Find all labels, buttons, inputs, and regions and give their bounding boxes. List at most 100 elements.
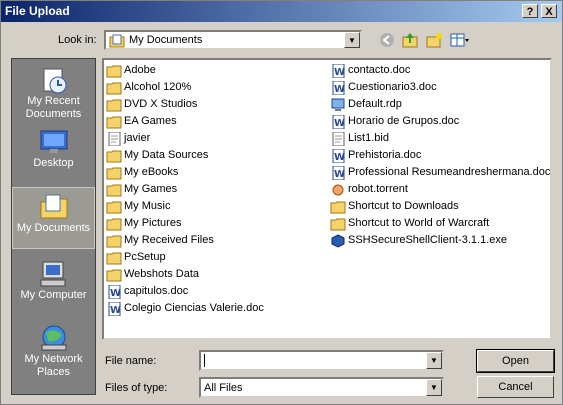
svg-text:W: W <box>334 118 345 129</box>
svg-text:W: W <box>110 288 121 299</box>
remote-desktop-icon <box>330 98 348 112</box>
file-item[interactable]: W Horario de Grupos.doc <box>330 113 550 130</box>
file-item[interactable]: Wcontacto.doc <box>330 62 550 79</box>
my-computer-icon <box>40 261 65 287</box>
folder-icon <box>106 98 124 112</box>
file-item[interactable]: My Music <box>106 198 264 215</box>
place-recent-documents[interactable]: My Recent Documents <box>12 61 95 123</box>
file-item-label: My Games <box>124 183 178 195</box>
file-item[interactable]: Alcohol 120% <box>106 79 264 96</box>
svg-text:W: W <box>334 67 345 78</box>
look-in-label: Look in: <box>58 34 97 46</box>
file-item-label: SSHSecureShellClient-3.1.1.exe <box>348 234 507 246</box>
place-desktop[interactable]: Desktop <box>12 123 95 185</box>
file-item-label: robot.torrent <box>348 183 408 195</box>
file-item-label: javier <box>124 132 151 144</box>
file-item[interactable]: Wcapitulos.doc <box>106 283 264 300</box>
file-item[interactable]: Default.rdp <box>330 96 550 113</box>
chevron-down-icon[interactable] <box>426 379 442 396</box>
word-document-icon: W <box>330 63 348 78</box>
file-item[interactable]: My Data Sources <box>106 147 264 164</box>
file-item[interactable]: Shortcut to World of Warcraft <box>330 215 550 232</box>
folder-icon <box>106 81 124 95</box>
files-of-type-combo[interactable]: All Files <box>199 377 444 398</box>
place-label: My Computer <box>20 289 87 301</box>
file-item[interactable]: robot.torrent <box>330 181 550 198</box>
file-item[interactable]: W Professional Resumeandreshermana.doc <box>330 164 550 181</box>
file-item[interactable]: Webshots Data <box>106 266 264 283</box>
svg-text:W: W <box>110 305 121 316</box>
file-item[interactable]: W Colegio Ciencias Valerie.doc <box>106 300 264 317</box>
file-item[interactable]: Shortcut to Downloads <box>330 198 550 215</box>
file-item-label: contacto.doc <box>348 64 411 76</box>
file-item[interactable]: DVD X Studios <box>106 96 264 113</box>
file-item[interactable]: SSHSecureShellClient-3.1.1.exe <box>330 232 550 249</box>
word-document-icon: W <box>106 284 124 299</box>
file-item[interactable]: javier <box>106 130 264 147</box>
look-in-combo[interactable]: My Documents <box>104 30 362 50</box>
folder-icon <box>106 149 124 163</box>
file-item[interactable]: EA Games <box>106 113 264 130</box>
file-item[interactable]: PcSetup <box>106 249 264 266</box>
chevron-down-icon[interactable] <box>426 352 442 369</box>
chevron-down-icon[interactable] <box>344 32 360 48</box>
look-in-value: My Documents <box>129 34 203 46</box>
back-icon[interactable] <box>377 31 397 51</box>
network-places-icon <box>41 325 66 351</box>
file-item-label: Alcohol 120% <box>124 81 192 93</box>
window-title: File Upload <box>5 4 70 18</box>
help-button[interactable]: ? <box>522 4 538 18</box>
file-column-1: Adobe Alcohol 120% DVD X Studios EA Games ja… <box>106 62 264 317</box>
svg-text:W: W <box>334 84 345 95</box>
file-item-label: Prehistoria.doc <box>348 149 422 161</box>
file-item-label: Professional Resumeandreshermana.doc <box>348 166 551 178</box>
file-name-combo[interactable] <box>199 350 444 371</box>
file-item-label: Horario de Grupos.doc <box>348 115 460 127</box>
file-item-label: Adobe <box>124 64 156 76</box>
file-item-label: List1.bid <box>348 132 389 144</box>
new-folder-icon[interactable] <box>424 31 444 51</box>
place-label: My Recent Documents <box>25 95 82 120</box>
file-item-label: My eBooks <box>124 166 179 178</box>
file-item-label: Shortcut to Downloads <box>348 200 459 212</box>
file-item-label: Cuestionario3.doc <box>348 81 437 93</box>
my-documents-icon <box>40 194 67 219</box>
file-item[interactable]: W Prehistoria.doc <box>330 147 550 164</box>
svg-text:W: W <box>334 152 345 163</box>
file-item-label: Default.rdp <box>348 98 402 110</box>
folder-icon <box>330 200 348 214</box>
file-item[interactable]: Adobe <box>106 62 264 79</box>
up-folder-icon[interactable] <box>400 31 420 51</box>
word-document-icon: W <box>106 301 124 316</box>
file-item[interactable]: My Pictures <box>106 215 264 232</box>
folder-icon <box>106 251 124 265</box>
files-of-type-label: Files of type: <box>105 382 168 394</box>
file-item[interactable]: My Received Files <box>106 232 264 249</box>
file-item[interactable]: W Cuestionario3.doc <box>330 79 550 96</box>
place-my-computer[interactable]: My Computer <box>12 255 95 317</box>
folder-icon <box>106 64 124 78</box>
place-network-places[interactable]: My Network Places <box>12 319 95 389</box>
places-bar: My Recent Documents Desktop My Documents… <box>11 58 96 395</box>
cancel-button[interactable]: Cancel <box>477 376 554 398</box>
file-item[interactable]: My eBooks <box>106 164 264 181</box>
recent-documents-icon <box>43 68 66 94</box>
file-icon <box>106 131 124 146</box>
view-menu-icon[interactable] <box>448 31 472 51</box>
my-documents-small-icon <box>109 34 125 48</box>
place-label: Desktop <box>33 157 74 169</box>
file-upload-dialog: File Upload ? X Look in: My Documents My… <box>0 0 563 405</box>
file-item[interactable]: My Games <box>106 181 264 198</box>
file-item-label: My Received Files <box>124 234 214 246</box>
svg-text:W: W <box>334 169 345 180</box>
close-button[interactable]: X <box>541 4 557 18</box>
word-document-icon: W <box>330 80 348 95</box>
open-button[interactable]: Open <box>476 349 555 373</box>
file-item-label: My Data Sources <box>124 149 209 161</box>
place-my-documents[interactable]: My Documents <box>12 187 95 249</box>
file-column-2: Wcontacto.doc W Cuestionario3.doc Default.r… <box>330 62 550 249</box>
file-item[interactable]: List1.bid <box>330 130 550 147</box>
file-list[interactable]: Adobe Alcohol 120% DVD X Studios EA Games ja… <box>102 58 552 340</box>
file-item-label: Colegio Ciencias Valerie.doc <box>124 302 264 314</box>
file-item-label: capitulos.doc <box>124 285 189 297</box>
